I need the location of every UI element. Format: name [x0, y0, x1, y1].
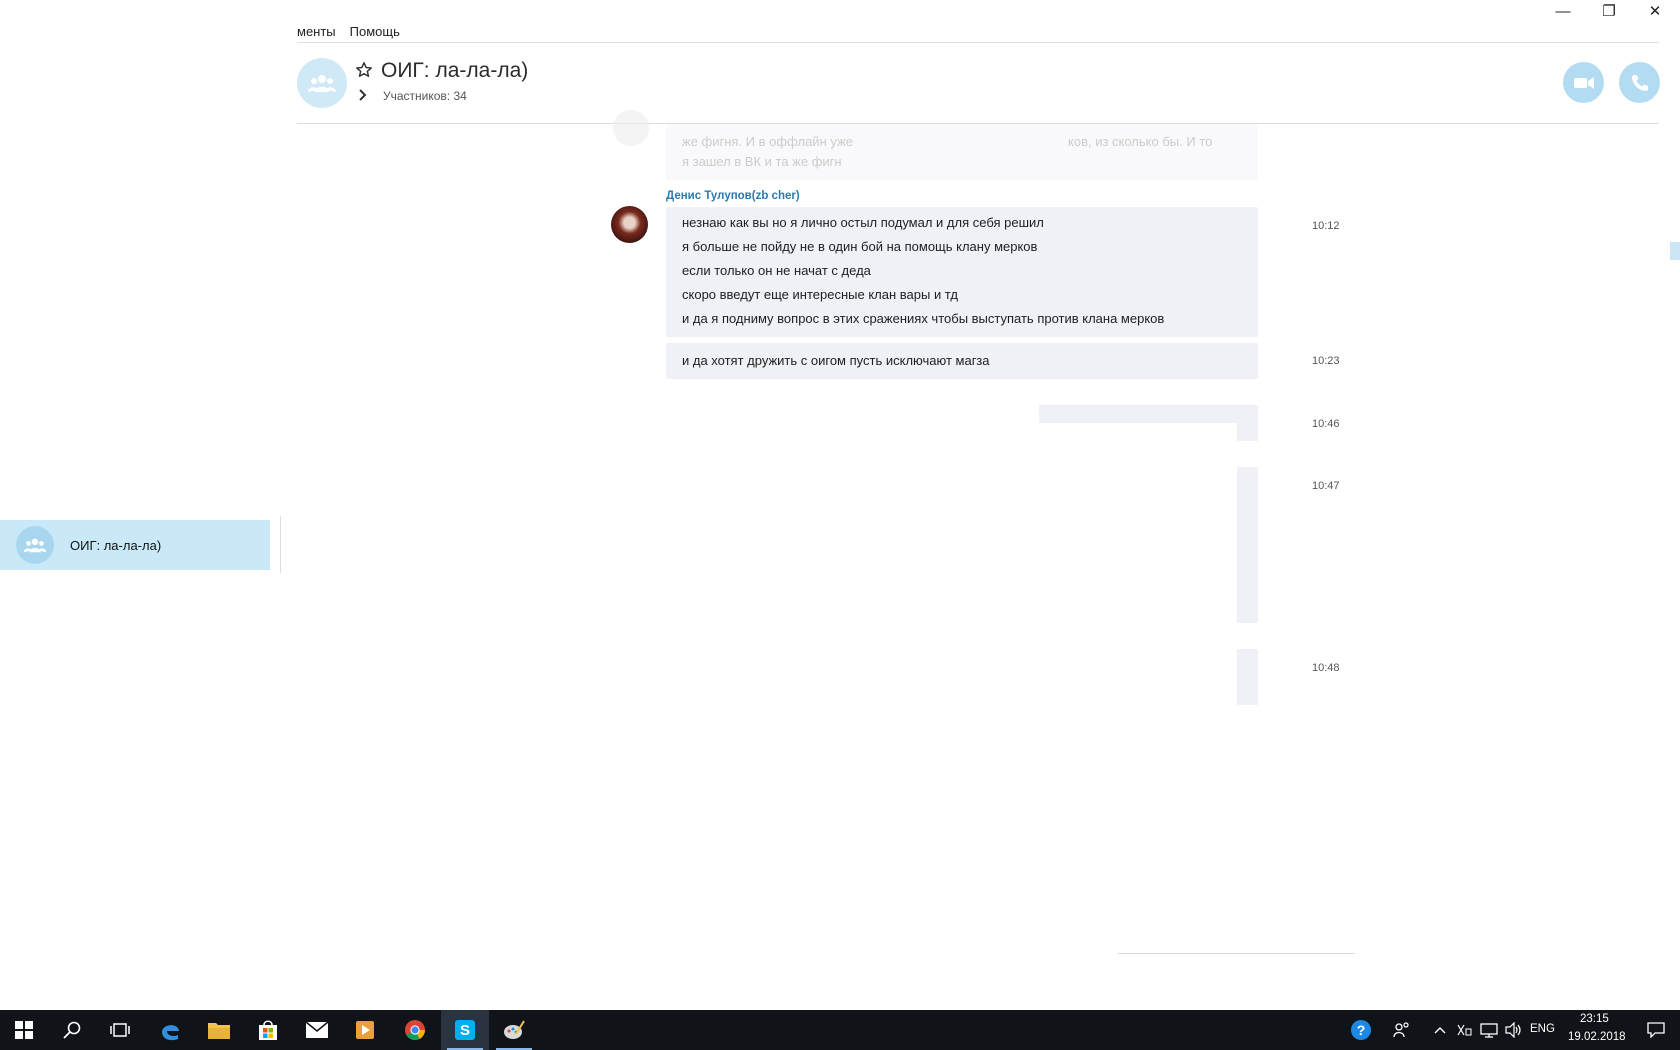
volume-icon — [1505, 1022, 1521, 1038]
taskbar-app-explorer[interactable] — [195, 1010, 243, 1050]
network-button[interactable] — [1476, 1010, 1502, 1050]
avatar[interactable] — [611, 206, 648, 243]
video-call-button[interactable] — [1563, 62, 1604, 103]
sender-name[interactable]: Денис Тулупов(zb cher) — [666, 190, 800, 202]
members-count[interactable]: Участников: 34 — [383, 89, 467, 103]
chat-name: ОИГ: ла-ла-ла) — [70, 537, 162, 553]
minimize-button[interactable]: — — [1540, 0, 1586, 22]
message-bubble[interactable] — [1039, 405, 1258, 423]
menu-item-contacts[interactable]: менты — [297, 24, 336, 39]
taskbar-app-skype[interactable]: S — [441, 1010, 489, 1050]
skype-icon: S — [455, 1020, 475, 1040]
task-view-icon — [110, 1023, 130, 1037]
menu-bar: менты Помощь — [297, 24, 400, 39]
help-button[interactable]: ? — [1337, 1010, 1385, 1050]
message-timestamp: 10:46 — [1312, 418, 1340, 430]
people-icon — [1393, 1022, 1409, 1038]
clock-time[interactable]: 23:15 — [1580, 1013, 1609, 1025]
message-bubble[interactable]: незнаю как вы но я лично остыл подумал и… — [666, 207, 1258, 337]
group-avatar[interactable] — [297, 58, 347, 108]
message-timestamp: 10:12 — [1312, 220, 1340, 232]
paint-icon — [504, 1020, 525, 1039]
volume-button[interactable] — [1501, 1010, 1527, 1050]
group-icon — [308, 75, 336, 92]
tray-overflow-button[interactable] — [1427, 1010, 1453, 1050]
group-icon — [23, 538, 47, 553]
message-timestamp: 10:48 — [1312, 662, 1340, 674]
faded-text: ков, из сколько бы. И то — [1068, 134, 1213, 149]
message-bubble[interactable] — [1237, 467, 1258, 623]
taskbar-app-edge[interactable] — [146, 1010, 194, 1050]
language-indicator[interactable]: ENG — [1530, 1023, 1555, 1035]
audio-call-button[interactable] — [1619, 62, 1660, 103]
mail-icon — [305, 1021, 329, 1038]
input-method-button[interactable] — [1451, 1010, 1477, 1050]
faded-text: же фигня. И в оффлайн уже — [682, 134, 853, 149]
star-icon[interactable] — [355, 61, 373, 79]
taskbar-app-store[interactable] — [244, 1010, 292, 1050]
message-text: если только он не начат с деда — [682, 263, 871, 278]
maximize-button[interactable]: ❐ — [1586, 0, 1632, 22]
search-button[interactable] — [48, 1010, 96, 1050]
chat-avatar — [16, 526, 54, 564]
faded-text: я зашел в ВК и та же фигн — [682, 154, 842, 169]
help-icon: ? — [1351, 1020, 1371, 1040]
message-timestamp: 10:47 — [1312, 480, 1340, 492]
keyboard-icon — [1457, 1024, 1472, 1036]
message-bubble[interactable]: и да хотят дружить с оигом пусть исключа… — [666, 343, 1258, 379]
taskbar-app-paint[interactable] — [490, 1010, 538, 1050]
action-center-button[interactable] — [1636, 1010, 1676, 1050]
phone-call-icon — [1631, 74, 1648, 91]
faded-message: же фигня. И в оффлайн уже я зашел в ВК и… — [666, 124, 1258, 180]
taskbar-app-chrome[interactable] — [391, 1010, 439, 1050]
sidebar-chat-item[interactable]: ОИГ: ла-ла-ла) — [0, 520, 270, 570]
windows-start-icon — [15, 1021, 33, 1039]
clock-date[interactable]: 19.02.2018 — [1568, 1031, 1626, 1043]
store-icon — [259, 1020, 277, 1040]
chevron-right-icon[interactable] — [358, 89, 368, 101]
compose-divider — [1118, 953, 1355, 954]
message-timestamp: 10:23 — [1312, 355, 1340, 367]
menu-item-help[interactable]: Помощь — [350, 24, 400, 39]
scrollbar-thumb[interactable] — [1670, 242, 1680, 260]
notification-icon — [1647, 1022, 1665, 1038]
taskbar-app-media[interactable] — [341, 1010, 389, 1050]
close-button[interactable]: ✕ — [1632, 0, 1678, 22]
sidebar-divider — [280, 516, 281, 573]
start-button[interactable] — [0, 1010, 48, 1050]
message-text: и да хотят дружить с оигом пусть исключа… — [682, 353, 990, 368]
svg-text:?: ? — [1357, 1022, 1366, 1038]
search-icon — [63, 1021, 81, 1039]
video-call-icon — [1573, 76, 1594, 89]
chrome-icon — [405, 1020, 426, 1041]
message-bubble[interactable] — [1237, 649, 1258, 705]
chevron-up-icon — [1434, 1027, 1446, 1034]
edge-icon — [162, 1025, 179, 1041]
network-icon — [1480, 1023, 1498, 1038]
taskbar-app-mail[interactable] — [293, 1010, 341, 1050]
menu-divider — [297, 42, 1659, 43]
message-text: и да я подниму вопрос в этих сражениях ч… — [682, 311, 1165, 326]
task-view-button[interactable] — [96, 1010, 144, 1050]
message-text: скоро введут еще интересные клан вары и … — [682, 287, 958, 302]
media-player-icon — [356, 1021, 374, 1039]
message-text: незнаю как вы но я лично остыл подумал и… — [682, 215, 1044, 230]
svg-text:S: S — [460, 1022, 470, 1039]
file-explorer-icon — [208, 1023, 230, 1039]
conversation-title: ОИГ: ла-ла-ла) — [381, 59, 529, 82]
message-text: я больше не пойду не в один бой на помощ… — [682, 239, 1038, 254]
message-bubble — [1237, 423, 1258, 441]
avatar — [613, 110, 649, 146]
people-button[interactable] — [1385, 1010, 1419, 1050]
